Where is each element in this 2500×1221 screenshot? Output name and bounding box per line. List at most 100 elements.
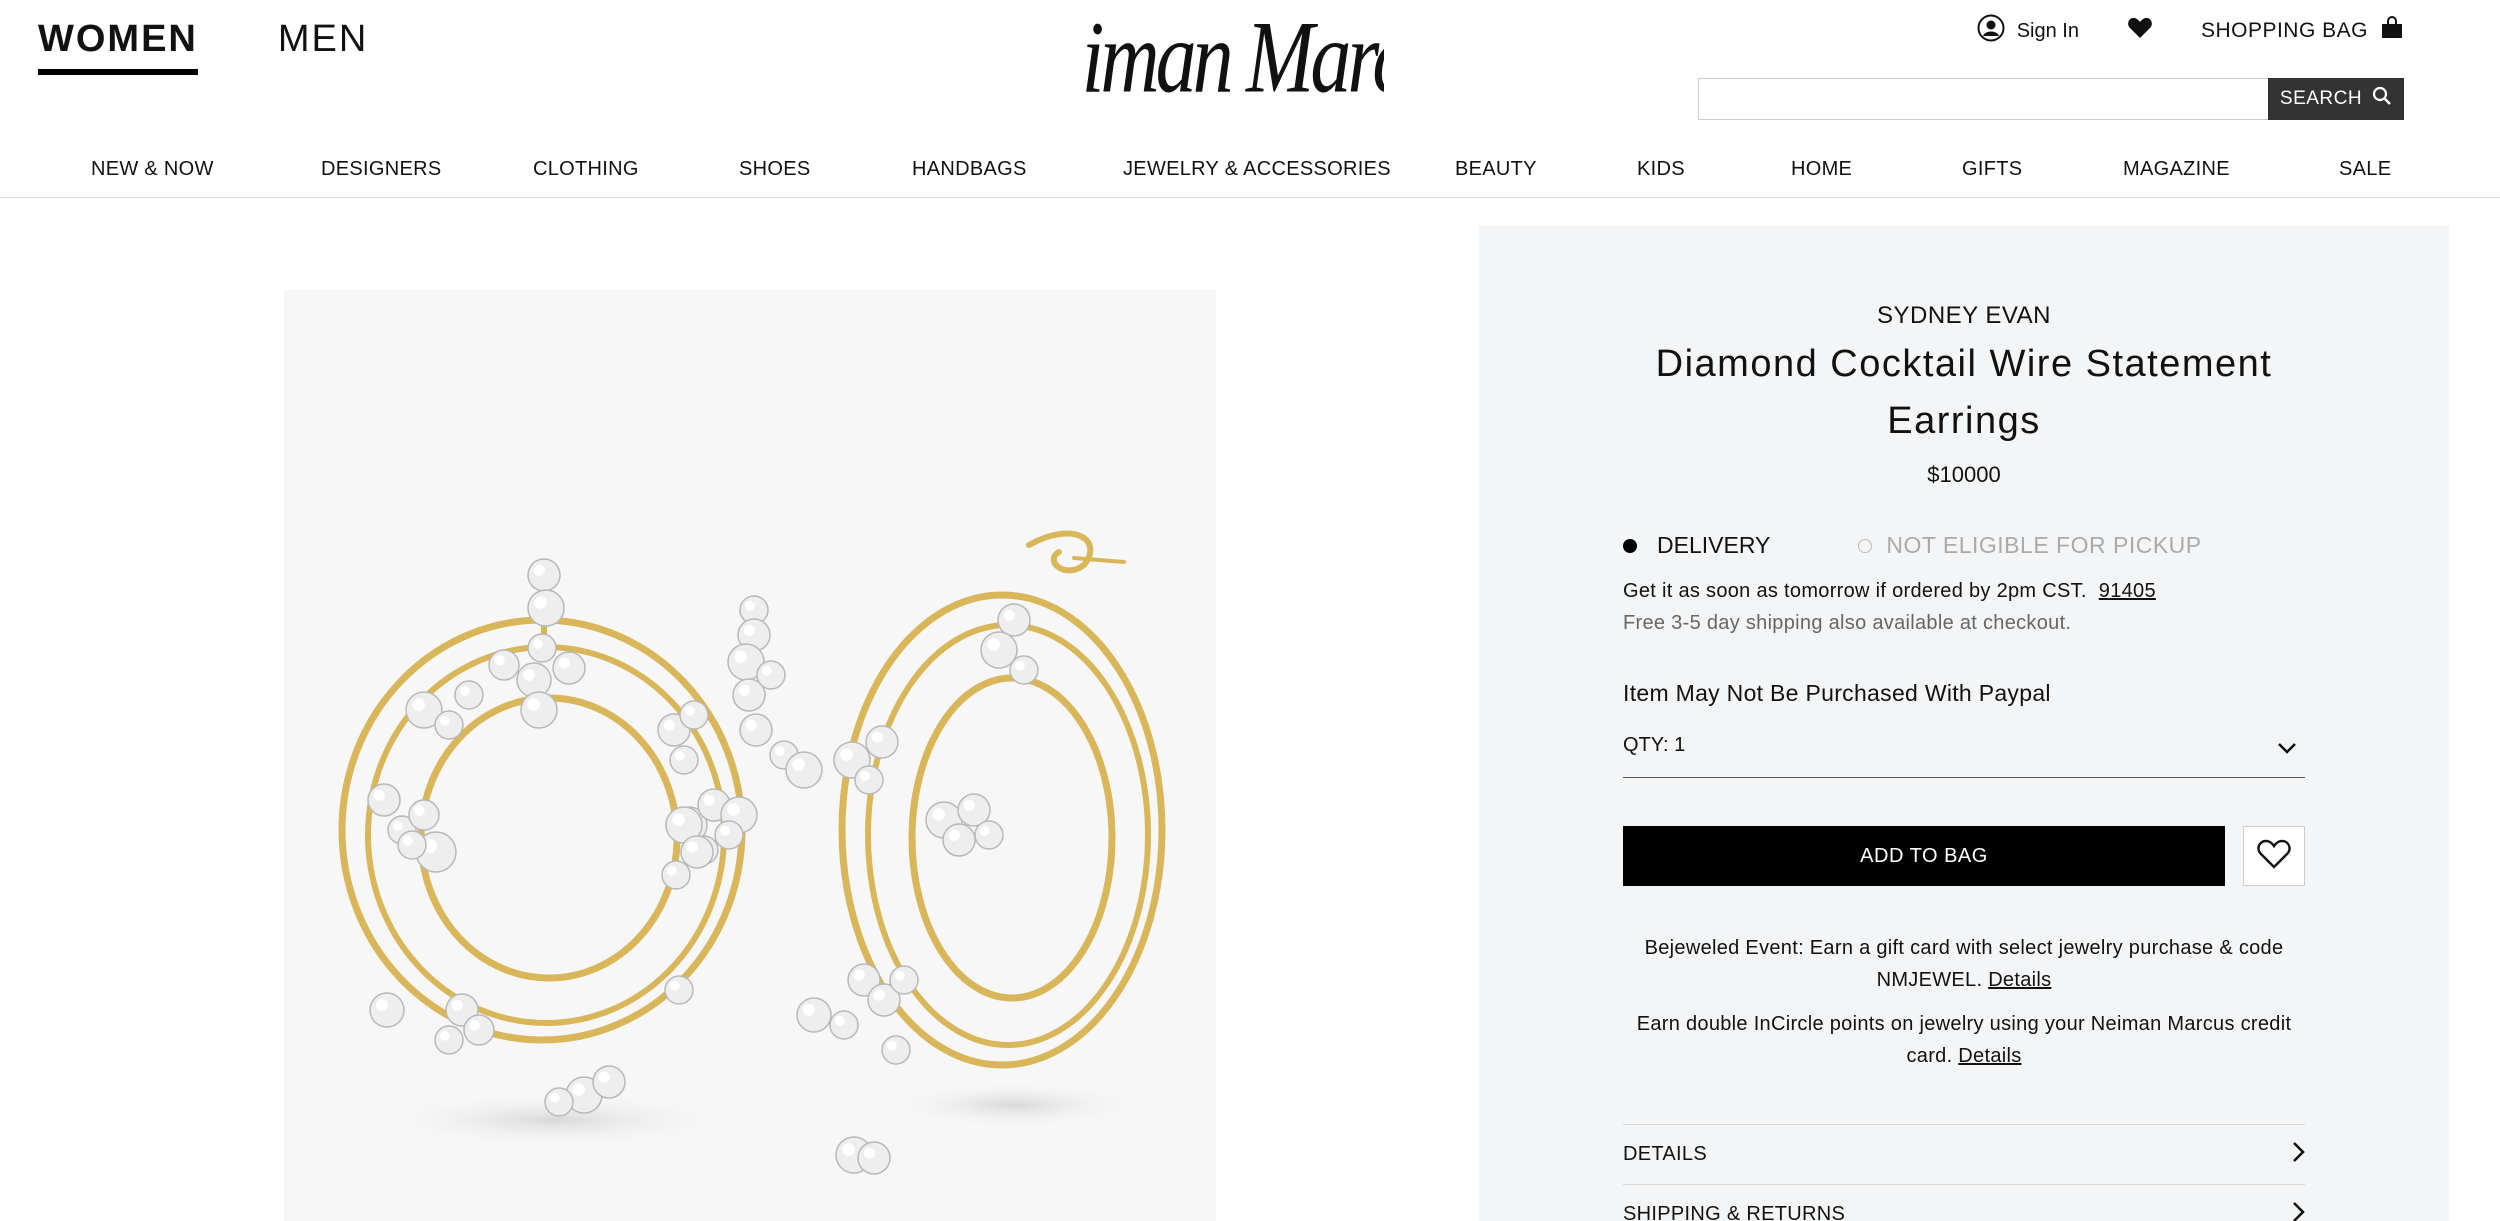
nav-item-designers[interactable]: DESIGNERS xyxy=(321,158,442,181)
diamond-highlight xyxy=(738,684,750,696)
diamond-highlight xyxy=(686,841,698,853)
diamond-highlight xyxy=(373,789,385,801)
diamond-stone xyxy=(369,992,405,1028)
diamond-highlight xyxy=(549,1092,560,1103)
accordion-details-label: DETAILS xyxy=(1623,1143,1707,1165)
diamond-highlight xyxy=(834,1015,845,1026)
diamond-highlight xyxy=(402,835,413,846)
diamond-stone xyxy=(857,1141,891,1175)
diamond-highlight xyxy=(840,748,853,761)
diamond-highlight xyxy=(719,825,730,836)
sign-in-link[interactable]: Sign In xyxy=(1977,14,2079,48)
diamond-highlight xyxy=(734,650,747,663)
chevron-right-icon xyxy=(2291,1141,2305,1169)
diamond-highlight xyxy=(459,685,470,696)
diamond-stone xyxy=(661,860,691,890)
diamond-stone xyxy=(397,830,427,860)
nav-item-new-now[interactable]: NEW & NOW xyxy=(91,158,214,181)
diamond-highlight xyxy=(451,999,463,1011)
diamond-highlight xyxy=(842,1143,855,1156)
delivery-label[interactable]: DELIVERY xyxy=(1657,532,1770,559)
diamond-highlight xyxy=(894,970,905,981)
search-bar: SEARCH xyxy=(1698,78,2404,120)
promo-incircle-details-link[interactable]: Details xyxy=(1958,1045,2021,1067)
accordion-details[interactable]: DETAILS xyxy=(1623,1124,2305,1184)
paypal-notice: Item May Not Be Purchased With Paypal xyxy=(1623,680,2051,706)
nav-item-beauty[interactable]: BEAUTY xyxy=(1455,158,1537,181)
sign-in-label: Sign In xyxy=(2016,19,2079,42)
diamond-highlight xyxy=(375,998,388,1011)
diamond-stone xyxy=(829,1010,859,1040)
nav-item-magazine[interactable]: MAGAZINE xyxy=(2123,158,2230,181)
search-button[interactable]: SEARCH xyxy=(2268,78,2404,120)
diamond-stone xyxy=(520,691,558,729)
tab-women[interactable]: WOMEN xyxy=(38,18,198,75)
nav-item-sale[interactable]: SALE xyxy=(2339,158,2391,181)
add-to-bag-button[interactable]: ADD TO BAG xyxy=(1623,826,2225,886)
designer-name[interactable]: SYDNEY EVAN xyxy=(1623,302,2305,330)
diamond-highlight xyxy=(948,829,960,841)
product-image[interactable] xyxy=(284,290,1216,1221)
quantity-label: QTY: 1 xyxy=(1623,734,1686,756)
nav-item-home[interactable]: HOME xyxy=(1791,158,1852,181)
nav-item-clothing[interactable]: CLOTHING xyxy=(533,158,639,181)
main-nav: NEW & NOW DESIGNERS CLOTHING SHOES HANDB… xyxy=(0,150,2500,198)
diamond-highlight xyxy=(886,1040,897,1051)
diamond-highlight xyxy=(1003,609,1015,621)
nav-item-shoes[interactable]: SHOES xyxy=(739,158,811,181)
diamond-highlight xyxy=(859,770,870,781)
diamond-highlight xyxy=(439,715,450,726)
nav-item-handbags[interactable]: HANDBAGS xyxy=(912,158,1027,181)
zip-code-link[interactable]: 91405 xyxy=(2099,580,2156,602)
search-icon xyxy=(2372,86,2392,112)
diamond-highlight xyxy=(873,989,885,1001)
neiman-marcus-logo[interactable]: Neiman Marcus xyxy=(998,1,1476,120)
diamond-stone xyxy=(756,660,786,690)
add-to-wishlist-button[interactable] xyxy=(2243,826,2305,886)
delivery-radio[interactable] xyxy=(1623,538,1637,553)
quantity-select[interactable]: QTY: 1 xyxy=(1623,734,2305,778)
wishlist-link[interactable] xyxy=(2127,16,2153,46)
diamond-stone xyxy=(974,820,1004,850)
diamond-stone xyxy=(454,680,484,710)
diamond-highlight xyxy=(684,705,695,716)
diamond-highlight xyxy=(672,813,685,826)
promo-incircle: Earn double InCircle points on jewelry u… xyxy=(1623,1008,2305,1072)
diamond-stone xyxy=(942,823,976,857)
promo-bejeweled-details-link[interactable]: Details xyxy=(1988,969,2051,991)
shipping-estimate: Get it as soon as tomorrow if ordered by… xyxy=(1623,580,2156,603)
diamond-stone xyxy=(680,835,714,869)
diamond-highlight xyxy=(392,820,403,831)
diamond-stone xyxy=(552,651,586,685)
diamond-highlight xyxy=(979,825,990,836)
diamond-highlight xyxy=(987,638,1000,651)
diamond-stone xyxy=(997,603,1031,637)
search-button-label: SEARCH xyxy=(2279,88,2363,109)
diamond-stone xyxy=(796,997,832,1033)
diamond-stone xyxy=(854,765,884,795)
promo-bejeweled: Bejeweled Event: Earn a gift card with s… xyxy=(1623,932,2305,996)
shopping-bag-link[interactable]: SHOPPING BAG xyxy=(2201,16,2404,46)
diamond-stone xyxy=(785,751,823,789)
diamond-highlight xyxy=(534,596,547,609)
accordion-shipping-returns-label: SHIPPING & RETURNS xyxy=(1623,1203,1846,1221)
utility-links: Sign In SHOPPING BAG xyxy=(1977,14,2404,48)
chevron-down-icon xyxy=(2277,738,2297,761)
product-title: Diamond Cocktail Wire Statement Earrings xyxy=(1655,343,2273,442)
search-input[interactable] xyxy=(1698,78,2268,120)
diamond-highlight xyxy=(853,969,865,981)
diamond-highlight xyxy=(871,731,883,743)
diamond-highlight xyxy=(669,980,680,991)
fulfillment-options: DELIVERY NOT ELIGIBLE FOR PICKUP xyxy=(1623,532,2202,559)
diamond-highlight xyxy=(572,1083,585,1096)
diamond-highlight xyxy=(774,745,785,756)
product-info-panel: SYDNEY EVAN Diamond Cocktail Wire Statem… xyxy=(1479,226,2449,1221)
nav-item-gifts[interactable]: GIFTS xyxy=(1962,158,2022,181)
diamond-highlight xyxy=(414,805,425,816)
nav-item-jewelry-accessories[interactable]: JEWELRY & ACCESSORIES xyxy=(1123,158,1391,181)
nav-item-kids[interactable]: KIDS xyxy=(1637,158,1685,181)
diamond-highlight xyxy=(494,655,505,666)
diamond-highlight xyxy=(745,719,757,731)
tab-men[interactable]: MEN xyxy=(278,18,368,75)
accordion-shipping-returns[interactable]: SHIPPING & RETURNS xyxy=(1623,1184,2305,1221)
